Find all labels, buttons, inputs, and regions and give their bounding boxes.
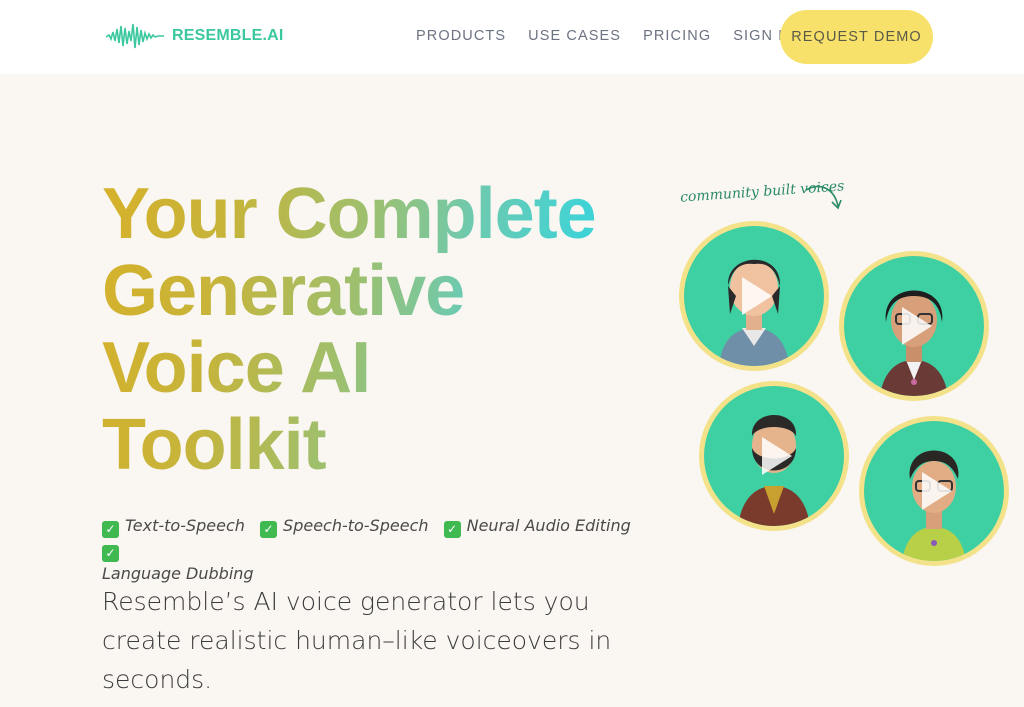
request-demo-button[interactable]: REQUEST DEMO (780, 10, 933, 64)
play-icon[interactable] (922, 472, 952, 510)
avatar-portrait (864, 421, 1004, 561)
play-icon[interactable] (742, 277, 772, 315)
hero-subtitle: Resemble’s AI voice generator lets you c… (102, 587, 612, 694)
hero-title-line: Your Complete (102, 174, 596, 254)
avatar-portrait (844, 256, 984, 396)
feature-label: Language Dubbing (102, 564, 254, 583)
checkmark-icon: ✓ (102, 521, 119, 538)
hero-title-line: Toolkit (102, 405, 326, 485)
brand-name: RESEMBLE.AI (172, 27, 284, 44)
hero-title: Your Complete Generative Voice AI Toolki… (102, 176, 662, 484)
feature-item: ✓ Text-to-Speech (102, 516, 245, 538)
feature-label: Neural Audio Editing (466, 516, 631, 535)
hero-title-line: Generative (102, 251, 465, 331)
nav-link-pricing[interactable]: PRICING (643, 28, 711, 44)
checkmark-icon: ✓ (102, 545, 119, 562)
top-nav: RESEMBLE.AI PRODUCTS USE CASES PRICING S… (0, 0, 1024, 74)
feature-item: Language Dubbing (102, 564, 254, 583)
play-icon[interactable] (902, 307, 932, 345)
play-icon[interactable] (762, 437, 792, 475)
avatar-voice-3[interactable] (699, 381, 849, 531)
feature-list: ✓ Text-to-Speech ✓ Speech-to-Speech ✓ Neura… (102, 514, 642, 586)
nav-links: PRODUCTS USE CASES PRICING SIGN IN (416, 28, 817, 44)
avatar-portrait (684, 226, 824, 366)
feature-label: Speech-to-Speech (283, 516, 429, 535)
feature-label: Text-to-Speech (125, 516, 245, 535)
checkmark-icon: ✓ (443, 521, 461, 538)
nav-link-products[interactable]: PRODUCTS (416, 28, 506, 44)
feature-item: ✓ Speech-to-Speech (260, 516, 429, 538)
waveform-logo-icon (106, 23, 164, 49)
avatar-portrait (704, 386, 844, 526)
hero-title-line: Voice AI (102, 328, 371, 408)
curved-arrow-icon (805, 185, 842, 210)
avatar-voice-2[interactable] (839, 251, 989, 401)
avatar-voice-4[interactable] (859, 416, 1009, 566)
feature-item: ✓ Neural Audio Editing (443, 516, 631, 538)
nav-link-use-cases[interactable]: USE CASES (528, 28, 621, 44)
checkmark-icon: ✓ (260, 521, 278, 538)
brand-logo[interactable]: RESEMBLE.AI (106, 22, 284, 50)
avatar-voice-1[interactable] (679, 221, 829, 371)
